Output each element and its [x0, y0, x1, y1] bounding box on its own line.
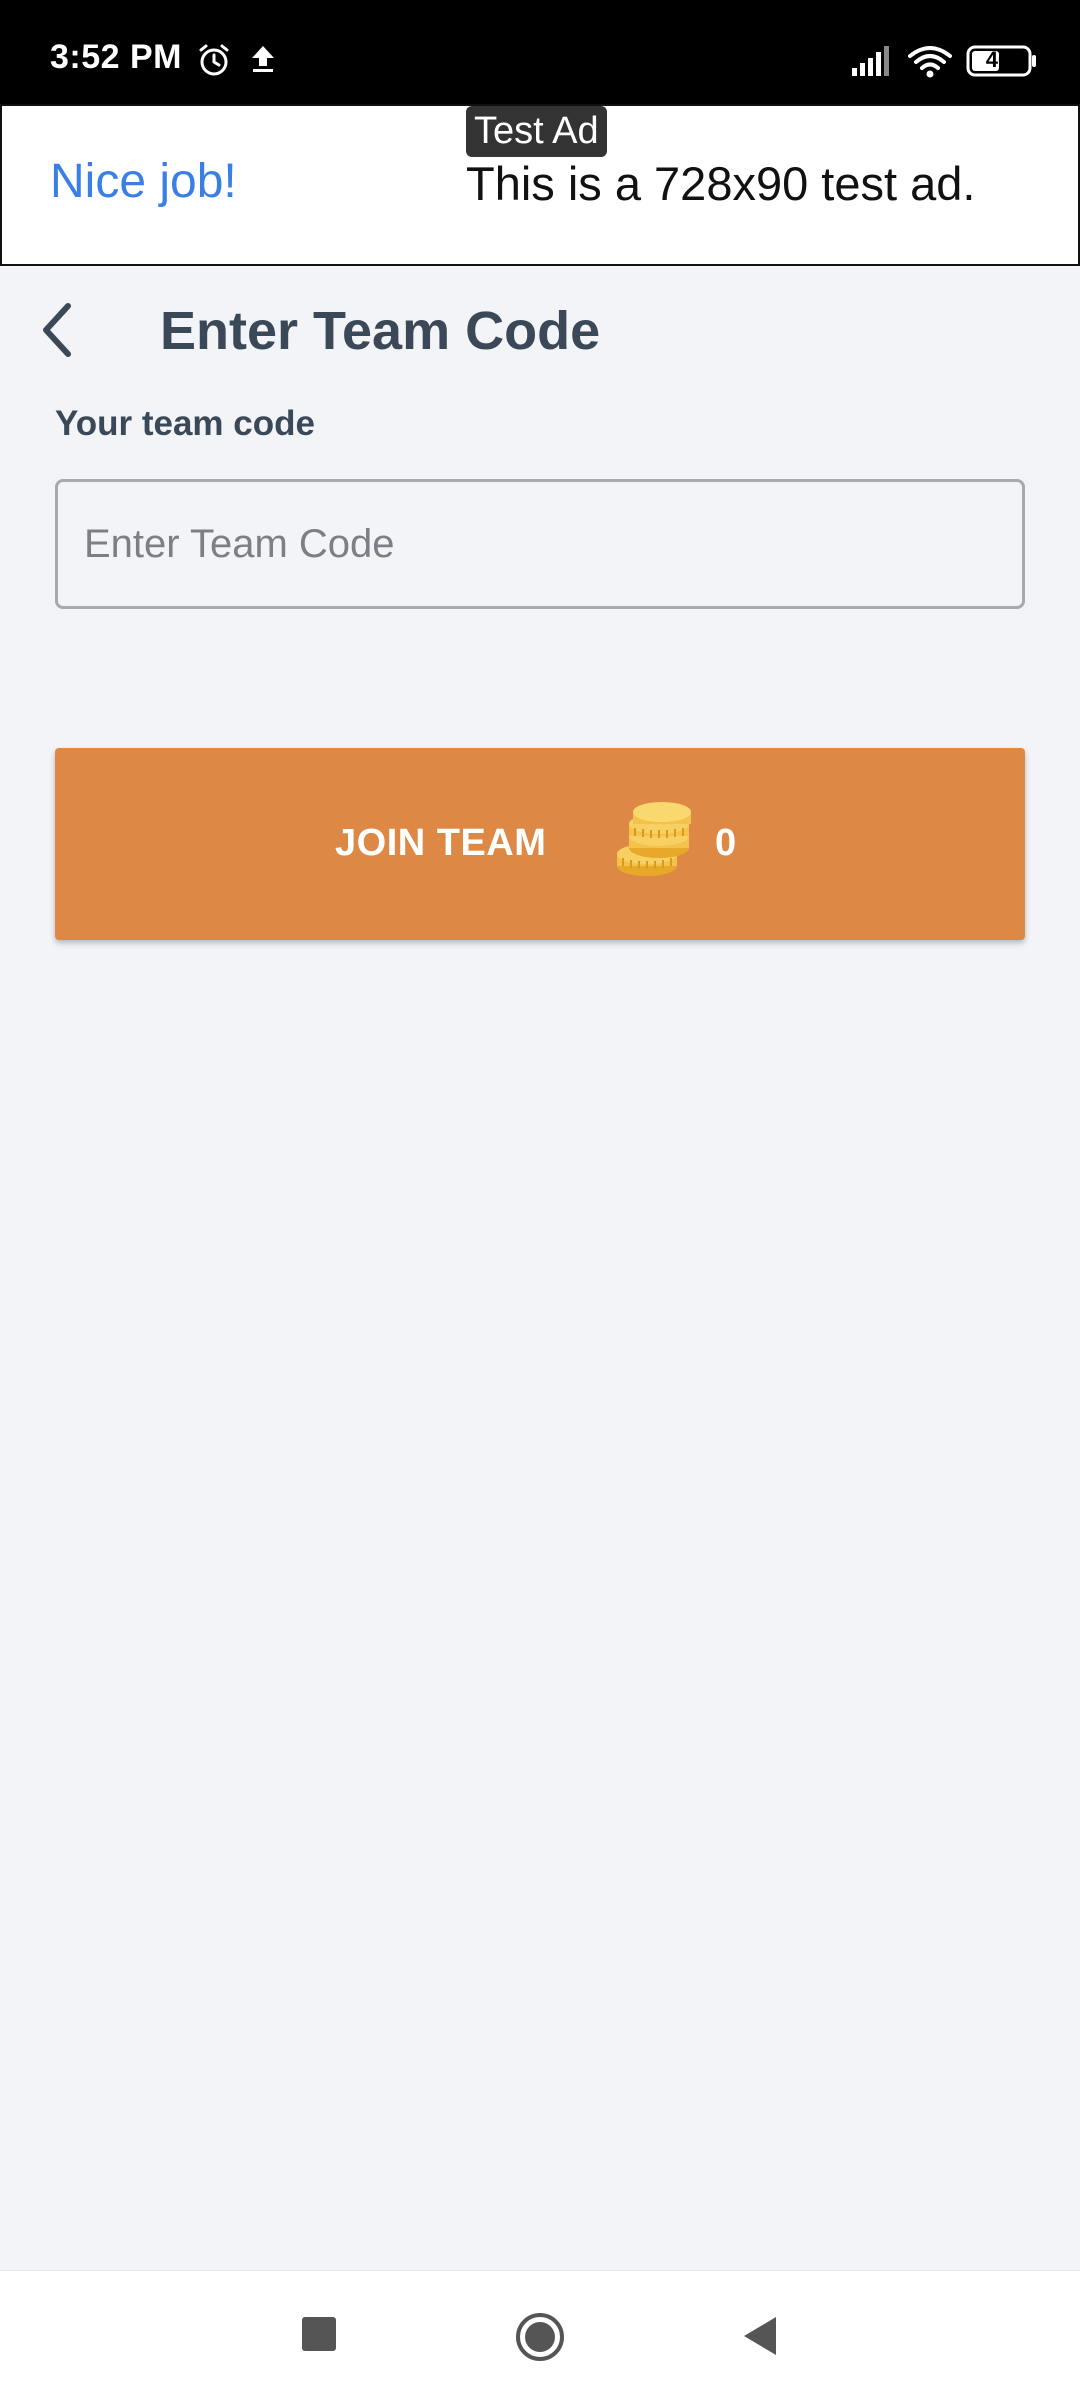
coins-icon [615, 798, 705, 885]
join-team-label: JOIN TEAM [335, 822, 547, 864]
signal-icon [850, 46, 894, 81]
team-code-input[interactable] [55, 479, 1025, 609]
test-ad-badge: Test Ad [466, 106, 607, 157]
ad-title[interactable]: Nice job! [50, 154, 237, 209]
upload-icon [248, 42, 278, 79]
home-icon[interactable] [514, 2311, 566, 2368]
team-code-label: Your team code [55, 404, 315, 443]
chevron-left-icon [36, 300, 76, 365]
coin-count: 0 [715, 822, 737, 864]
wifi-icon [906, 44, 954, 83]
status-time: 3:52 PM [50, 38, 182, 76]
status-bar: 3:52 PM 46 [0, 0, 1080, 104]
alarm-icon [196, 42, 232, 83]
ad-banner[interactable]: Nice job! Test Ad This is a 728x90 test … [0, 104, 1080, 266]
back-button[interactable] [26, 300, 86, 364]
ad-text[interactable]: This is a 728x90 test ad. [466, 156, 975, 211]
back-icon[interactable] [740, 2315, 780, 2362]
page-title: Enter Team Code [160, 301, 601, 361]
battery-level: 46 [985, 47, 1011, 72]
system-nav-bar [0, 2270, 1080, 2400]
join-team-button[interactable]: JOIN TEAM 0 [55, 748, 1025, 940]
recents-icon[interactable] [300, 2315, 338, 2358]
